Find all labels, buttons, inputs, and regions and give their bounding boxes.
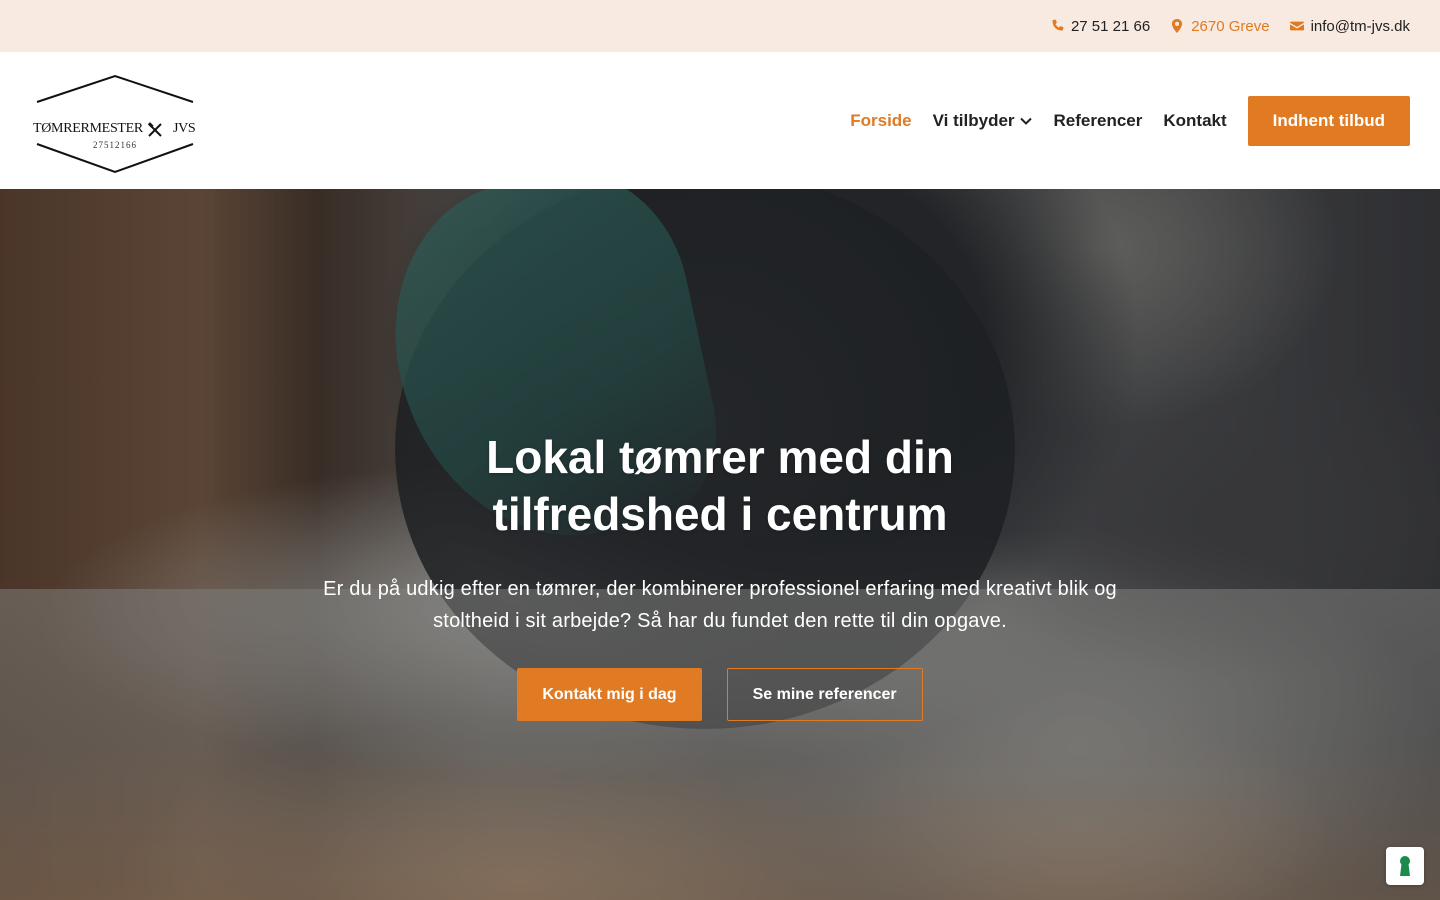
site-header: TØMRERMESTER JVS 27512166 Forside Vi tilb… bbox=[0, 52, 1440, 189]
phone-icon bbox=[1052, 19, 1064, 31]
nav-label: Kontakt bbox=[1163, 110, 1227, 130]
nav-label: Referencer bbox=[1053, 110, 1143, 130]
nav-item-vi-tilbyder[interactable]: Vi tilbyder bbox=[933, 111, 1033, 131]
nav-label: Forside bbox=[850, 110, 912, 130]
request-quote-button[interactable]: Indhent tilbud bbox=[1247, 95, 1410, 146]
hero-title: Lokal tømrer med din tilfredshed i centr… bbox=[486, 431, 954, 540]
envelope-icon bbox=[1289, 21, 1304, 31]
nav-item-forside[interactable]: Forside bbox=[850, 111, 911, 131]
hammer-saw-icon bbox=[147, 121, 162, 137]
location-link[interactable]: 2670 Greve bbox=[1170, 17, 1270, 35]
main-nav: Forside Vi tilbyder Referencer Kontakt I… bbox=[850, 95, 1410, 146]
contact-me-button[interactable]: Kontakt mig i dag bbox=[517, 668, 702, 721]
phone-number: 27 51 21 66 bbox=[1070, 17, 1151, 35]
phone-link[interactable]: 27 51 21 66 bbox=[1050, 18, 1150, 35]
logo-number: 27512166 bbox=[93, 139, 137, 150]
nav-item-kontakt[interactable]: Kontakt bbox=[1163, 111, 1226, 131]
site-logo[interactable]: TØMRERMESTER JVS 27512166 bbox=[30, 68, 200, 174]
hero-section: Lokal tømrer med din tilfredshed i centr… bbox=[0, 189, 1440, 900]
location-text: 2670 Greve bbox=[1191, 17, 1270, 35]
hero-buttons: Kontakt mig i dag Se mine referencer bbox=[0, 668, 1440, 721]
keyhole-icon bbox=[1400, 856, 1410, 876]
nav-label: Vi tilbyder bbox=[932, 110, 1015, 130]
chevron-down-icon bbox=[1019, 117, 1032, 125]
cookie-settings-button[interactable] bbox=[1386, 847, 1424, 885]
map-pin-icon bbox=[1172, 19, 1183, 33]
nav-item-referencer[interactable]: Referencer bbox=[1054, 111, 1143, 131]
see-references-button[interactable]: Se mine referencer bbox=[726, 668, 923, 721]
hero-content: Lokal tømrer med din tilfredshed i centr… bbox=[0, 189, 1440, 900]
hero-subtitle: Er du på udkig efter en tømrer, der komb… bbox=[323, 578, 1117, 632]
logo-name: TØMRERMESTER JVS bbox=[33, 120, 196, 136]
email-text: info@tm-jvs.dk bbox=[1310, 17, 1410, 35]
email-link[interactable]: info@tm-jvs.dk bbox=[1289, 17, 1410, 35]
top-contact-bar: 27 51 21 66 2670 Greve info@tm-jvs.dk bbox=[0, 0, 1440, 52]
